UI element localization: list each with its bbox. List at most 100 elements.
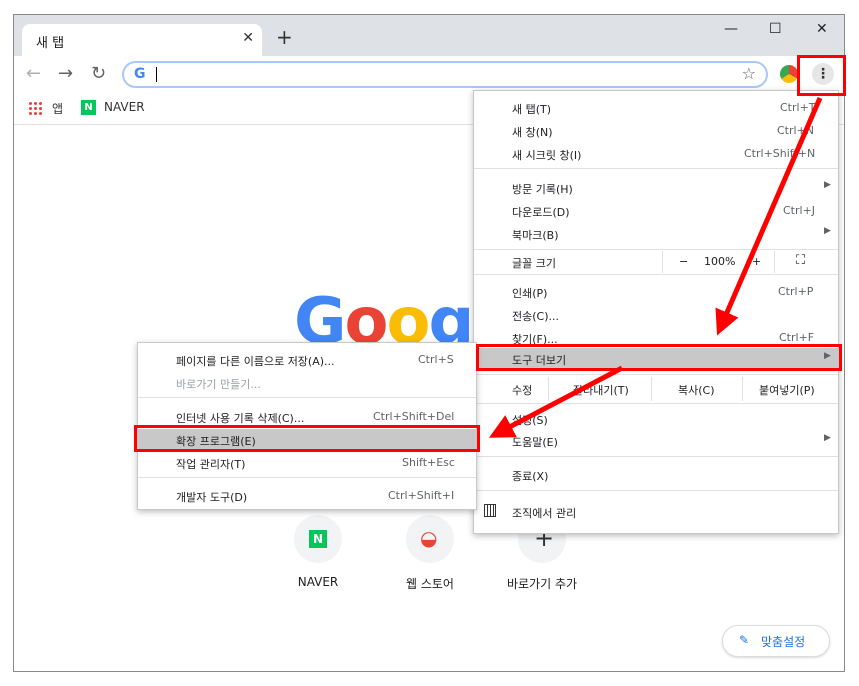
menu-item-shortcut: Ctrl+F <box>779 331 815 344</box>
menu-item-label: 인터넷 사용 기록 삭제(C)... <box>176 412 305 425</box>
shortcut-tile-naver[interactable]: N <box>294 515 342 563</box>
pencil-icon: ✎ <box>739 633 750 647</box>
address-bar[interactable]: G ☆ <box>122 61 768 88</box>
highlight-box-menu-button <box>797 55 846 96</box>
menu-item-exit[interactable]: 종료(X) <box>474 464 838 486</box>
zoom-value: 100% <box>704 255 736 268</box>
minimize-icon[interactable]: — <box>724 21 738 37</box>
menu-item-label: 종료(X) <box>512 470 549 483</box>
menu-item-shortcut: Ctrl+P <box>778 285 814 298</box>
webstore-icon: ◒ <box>420 526 438 550</box>
back-icon[interactable]: ← <box>26 64 41 84</box>
menu-item-downloads[interactable]: 다운로드(D) Ctrl+J <box>474 200 838 222</box>
bookmark-star-icon[interactable]: ☆ <box>742 64 756 83</box>
paste-button[interactable]: 붙여넣기(P) <box>742 377 839 401</box>
menu-item-shortcut: Ctrl+T <box>780 101 816 114</box>
menu-separator <box>474 168 838 169</box>
profile-avatar-icon[interactable] <box>780 65 798 83</box>
submenu-arrow-icon: ▶ <box>824 180 831 190</box>
zoom-out-button[interactable]: − <box>679 255 688 268</box>
menu-item-label: 인쇄(P) <box>512 287 548 300</box>
menu-item-label: 북마크(B) <box>512 229 559 242</box>
copy-button[interactable]: 복사(C) <box>651 377 743 401</box>
menu-separator <box>474 374 838 375</box>
menu-item-cast[interactable]: 전송(C)... <box>474 304 838 326</box>
chrome-main-menu: 새 탭(T) Ctrl+T 새 창(N) Ctrl+N 새 시크릿 창(I) Ctrl… <box>473 90 839 534</box>
menu-item-bookmarks[interactable]: 북마크(B) ▶ <box>474 223 838 245</box>
menu-item-help[interactable]: 도움말(E) ▶ <box>474 430 838 452</box>
new-tab-button[interactable]: + <box>276 27 293 47</box>
menu-item-label: 전송(C)... <box>512 310 559 323</box>
building-icon <box>484 504 496 517</box>
close-window-icon[interactable]: ✕ <box>816 21 828 37</box>
google-icon: G <box>134 66 146 82</box>
menu-item-shortcut: Ctrl+S <box>418 353 454 366</box>
zoom-in-button[interactable]: + <box>752 255 761 268</box>
menu-item-new-tab[interactable]: 새 탭(T) Ctrl+T <box>474 97 838 119</box>
edit-label: 수정 <box>512 384 533 397</box>
menu-item-label: 설정(S) <box>512 414 548 427</box>
menu-item-label: 개발자 도구(D) <box>176 491 248 504</box>
maximize-icon[interactable]: ☐ <box>769 21 782 37</box>
menu-item-shortcut: Ctrl+Shift+I <box>388 489 455 502</box>
menu-edit-row: 수정 잘라내기(T) 복사(C) 붙여넣기(P) <box>474 377 838 401</box>
tile-label: NAVER <box>297 575 339 589</box>
menu-item-incognito[interactable]: 새 시크릿 창(I) Ctrl+Shift+N <box>474 143 838 165</box>
menu-item-label: 작업 관리자(T) <box>176 458 246 471</box>
tile-label: 웹 스토어 <box>406 577 454 591</box>
bookmark-apps[interactable]: 앱 <box>52 100 63 117</box>
menu-separator <box>138 397 476 398</box>
close-tab-icon[interactable]: ✕ <box>242 30 254 46</box>
zoom-divider <box>774 251 776 273</box>
apps-grid-icon[interactable] <box>28 101 42 115</box>
forward-icon[interactable]: → <box>58 64 73 84</box>
menu-item-label: 방문 기록(H) <box>512 183 573 196</box>
menu-item-print[interactable]: 인쇄(P) Ctrl+P <box>474 281 838 303</box>
zoom-divider <box>662 251 664 273</box>
tab-new-tab[interactable]: 새 탭 ✕ <box>22 24 262 56</box>
customize-button[interactable]: ✎ 맞춤설정 <box>722 625 830 657</box>
highlight-box-more-tools <box>476 344 842 371</box>
text-caret <box>156 67 157 82</box>
menu-item-label: 새 탭(T) <box>512 103 552 116</box>
menu-item-managed[interactable]: 조직에서 관리 <box>474 501 838 523</box>
menu-zoom-row: 글꼴 크기 − 100% + ⛶ <box>474 251 838 273</box>
cut-button[interactable]: 잘라내기(T) <box>548 377 652 401</box>
menu-item-label: 조직에서 관리 <box>512 507 577 520</box>
tab-strip: 새 탭 ✕ + — ☐ ✕ <box>14 15 844 56</box>
copy-label: 복사(C) <box>678 384 715 397</box>
naver-icon[interactable]: N <box>81 100 96 115</box>
menu-item-save-page[interactable]: 페이지를 다른 이름으로 저장(A)... Ctrl+S <box>138 349 476 371</box>
menu-item-label: 도움말(E) <box>512 436 558 449</box>
paste-label: 붙여넣기(P) <box>759 384 815 397</box>
menu-item-label: 새 창(N) <box>512 126 553 139</box>
menu-item-history[interactable]: 방문 기록(H) ▶ <box>474 177 838 199</box>
tab-title: 새 탭 <box>36 36 65 51</box>
menu-item-devtools[interactable]: 개발자 도구(D) Ctrl+Shift+I <box>138 485 476 507</box>
menu-item-label: 페이지를 다른 이름으로 저장(A)... <box>176 355 335 368</box>
bookmark-naver[interactable]: NAVER <box>104 100 145 114</box>
menu-separator <box>474 456 838 457</box>
naver-icon: N <box>309 530 327 548</box>
cut-label: 잘라내기(T) <box>573 384 629 397</box>
tile-label: 바로가기 추가 <box>506 577 578 591</box>
menu-item-task-manager[interactable]: 작업 관리자(T) Shift+Esc <box>138 452 476 474</box>
reload-icon[interactable]: ↻ <box>91 64 106 84</box>
menu-item-label: 새 시크릿 창(I) <box>512 149 582 162</box>
menu-separator <box>138 477 476 478</box>
menu-item-label: 다운로드(D) <box>512 206 570 219</box>
menu-item-settings[interactable]: 설정(S) <box>474 408 838 430</box>
shortcut-tile-webstore[interactable]: ◒ <box>406 515 454 563</box>
menu-separator <box>474 274 838 275</box>
fullscreen-icon[interactable]: ⛶ <box>796 253 805 268</box>
toolbar: ← → ↻ G ☆ ⋮ <box>14 56 844 94</box>
menu-item-create-shortcut: 바로가기 만들기... <box>138 372 476 394</box>
zoom-label: 글꼴 크기 <box>512 257 556 270</box>
menu-item-shortcut: Shift+Esc <box>402 456 455 469</box>
menu-separator <box>474 403 838 404</box>
menu-item-shortcut: Ctrl+Shift+Del <box>373 410 455 423</box>
submenu-arrow-icon: ▶ <box>824 433 831 443</box>
menu-item-new-window[interactable]: 새 창(N) Ctrl+N <box>474 120 838 142</box>
menu-item-label: 바로가기 만들기... <box>176 378 261 391</box>
menu-item-shortcut: Ctrl+N <box>777 124 815 137</box>
